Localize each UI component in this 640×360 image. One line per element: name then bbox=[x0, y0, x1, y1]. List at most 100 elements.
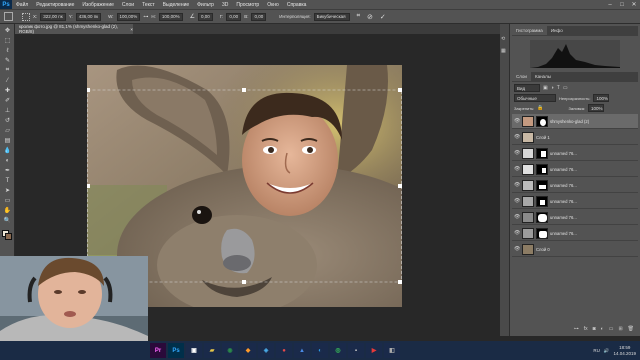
angle-field[interactable]: 0,00 bbox=[197, 12, 213, 21]
layer-kind-select[interactable]: Вид bbox=[514, 84, 540, 92]
cancel-icon[interactable]: ⊘ bbox=[367, 13, 373, 21]
layer-row[interactable]: 👁 Слой 1 bbox=[512, 130, 638, 145]
zoom-tool-icon[interactable]: 🔍 bbox=[3, 217, 12, 224]
menu-edit[interactable]: Редактирование bbox=[32, 2, 78, 8]
shape-tool-icon[interactable]: ▭ bbox=[3, 197, 12, 204]
app-blue-icon[interactable]: ◈ bbox=[258, 343, 274, 358]
visibility-eye-icon[interactable]: 👁 bbox=[514, 246, 520, 252]
app-green-icon[interactable]: ◉ bbox=[222, 343, 238, 358]
premiere-icon[interactable]: Pr bbox=[150, 343, 166, 358]
adjustment-layer-icon[interactable]: ◐ bbox=[601, 326, 604, 332]
chrome-icon[interactable]: ◎ bbox=[330, 343, 346, 358]
visibility-eye-icon[interactable]: 👁 bbox=[514, 134, 520, 140]
menu-image[interactable]: Изображение bbox=[78, 2, 118, 8]
layer-row[interactable]: 👁 unnamed 76... bbox=[512, 194, 638, 209]
menu-filter[interactable]: Фильтр bbox=[193, 2, 218, 8]
new-group-icon[interactable]: ▭ bbox=[609, 326, 614, 332]
menu-help[interactable]: Справка bbox=[283, 2, 311, 8]
quick-select-tool-icon[interactable]: ✎ bbox=[3, 57, 12, 64]
explorer-icon[interactable]: ▰ bbox=[204, 343, 220, 358]
app-icon-4[interactable]: ▪ bbox=[348, 343, 364, 358]
stamp-tool-icon[interactable]: ⊥ bbox=[3, 107, 12, 114]
layer-row[interactable]: 👁 unnamed 76... bbox=[512, 210, 638, 225]
tab-channels[interactable]: Каналы bbox=[531, 72, 555, 81]
history-icon[interactable]: ⟲ bbox=[501, 36, 509, 43]
layer-mask-thumbnail[interactable] bbox=[536, 227, 548, 239]
height-field[interactable]: 100,00% bbox=[158, 12, 183, 21]
filter-shape-icon[interactable]: ▭ bbox=[563, 85, 568, 91]
app-icon-2[interactable]: ▲ bbox=[294, 343, 310, 358]
filter-pixel-icon[interactable]: ▣ bbox=[543, 85, 548, 91]
layer-style-icon[interactable]: fx bbox=[584, 326, 588, 332]
visibility-eye-icon[interactable]: 👁 bbox=[514, 182, 520, 188]
tab-info[interactable]: Инфо bbox=[547, 26, 567, 35]
background-color-swatch[interactable] bbox=[5, 233, 12, 240]
layer-mask-thumbnail[interactable] bbox=[536, 211, 548, 223]
path-select-tool-icon[interactable]: ➤ bbox=[3, 187, 12, 194]
brush-tool-icon[interactable]: ✐ bbox=[3, 97, 12, 104]
y-field[interactable]: 436,00 пк bbox=[75, 12, 102, 21]
reference-point-icon[interactable] bbox=[22, 12, 30, 21]
menu-view[interactable]: Просмотр bbox=[232, 2, 263, 8]
menu-select[interactable]: Выделение bbox=[159, 2, 194, 8]
tray-clock[interactable]: 18:59 14.04.2019 bbox=[613, 345, 636, 357]
visibility-eye-icon[interactable]: 👁 bbox=[514, 198, 520, 204]
hand-tool-icon[interactable]: ✋ bbox=[3, 207, 12, 214]
properties-icon[interactable]: ▦ bbox=[501, 48, 509, 55]
layer-mask-thumbnail[interactable] bbox=[536, 115, 548, 127]
app-icon-6[interactable]: ◧ bbox=[384, 343, 400, 358]
layer-row[interactable]: 👁 Слой 0 bbox=[512, 242, 638, 257]
healing-tool-icon[interactable]: ✚ bbox=[3, 87, 12, 94]
h-skew-field[interactable]: 0,00 bbox=[226, 12, 242, 21]
type-tool-icon[interactable]: T bbox=[3, 177, 12, 184]
layer-row[interactable]: 👁 unnamed 76... bbox=[512, 226, 638, 241]
dodge-tool-icon[interactable]: ◐ bbox=[3, 157, 12, 164]
tray-language[interactable]: RU bbox=[593, 348, 600, 353]
commit-icon[interactable]: ✓ bbox=[380, 13, 386, 21]
visibility-eye-icon[interactable]: 👁 bbox=[514, 214, 520, 220]
move-tool-icon[interactable]: ✥ bbox=[3, 27, 12, 34]
crop-tool-icon[interactable]: ⌗ bbox=[3, 67, 12, 74]
layer-row[interactable]: 👁 unnamed 76... bbox=[512, 146, 638, 161]
app-icon[interactable]: ▣ bbox=[186, 343, 202, 358]
v-skew-field[interactable]: 0,00 bbox=[251, 12, 267, 21]
x-field[interactable]: 322,00 пк bbox=[40, 12, 66, 21]
link-icon[interactable]: ⊶ bbox=[143, 14, 148, 20]
layer-mask-thumbnail[interactable] bbox=[536, 195, 548, 207]
app-icon-5[interactable]: ▶ bbox=[366, 343, 382, 358]
tab-histogram[interactable]: Гистограмма bbox=[512, 26, 547, 35]
marquee-tool-icon[interactable]: ⬚ bbox=[3, 37, 12, 44]
eraser-tool-icon[interactable]: ▱ bbox=[3, 127, 12, 134]
delete-layer-icon[interactable]: 🗑 bbox=[628, 326, 634, 332]
layer-row[interactable]: 👁 shmyshenko-glad (2) bbox=[512, 114, 638, 129]
visibility-eye-icon[interactable]: 👁 bbox=[514, 118, 520, 124]
visibility-eye-icon[interactable]: 👁 bbox=[514, 150, 520, 156]
visibility-eye-icon[interactable]: 👁 bbox=[514, 166, 520, 172]
close-icon[interactable]: ✕ bbox=[628, 0, 640, 9]
lasso-tool-icon[interactable]: ℓ bbox=[3, 47, 12, 54]
tab-layers[interactable]: Слои bbox=[512, 72, 531, 81]
document-tab[interactable]: кролик фото.jpg @ 81,1% (shmyshenko-glad… bbox=[15, 24, 133, 34]
width-field[interactable]: 100,00% bbox=[116, 12, 141, 21]
menu-window[interactable]: Окно bbox=[263, 2, 283, 8]
maximize-icon[interactable]: □ bbox=[616, 0, 628, 9]
filter-type-icon[interactable]: T bbox=[557, 85, 560, 91]
layer-mask-thumbnail[interactable] bbox=[536, 147, 548, 159]
interpolation-select[interactable]: Бикубическая bbox=[313, 12, 350, 21]
app-icon-3[interactable]: ◐ bbox=[312, 343, 328, 358]
tray-volume-icon[interactable]: 🔊 bbox=[604, 348, 610, 354]
menu-layers[interactable]: Слои bbox=[118, 2, 138, 8]
layer-mask-thumbnail[interactable] bbox=[536, 163, 548, 175]
tab-close-icon[interactable]: × bbox=[130, 27, 133, 32]
app-red-icon[interactable]: ● bbox=[276, 343, 292, 358]
new-layer-icon[interactable]: ⊞ bbox=[618, 326, 622, 332]
minimize-icon[interactable]: – bbox=[604, 0, 616, 9]
link-layers-icon[interactable]: ⊶ bbox=[574, 326, 579, 332]
add-mask-icon[interactable]: ◙ bbox=[593, 326, 596, 332]
filter-adjust-icon[interactable]: ◑ bbox=[551, 85, 554, 91]
eyedropper-tool-icon[interactable]: ⁄ bbox=[3, 77, 12, 84]
menu-text[interactable]: Текст bbox=[138, 2, 159, 8]
menu-3d[interactable]: 3D bbox=[218, 2, 232, 8]
visibility-eye-icon[interactable]: 👁 bbox=[514, 230, 520, 236]
app-orange-icon[interactable]: ◆ bbox=[240, 343, 256, 358]
